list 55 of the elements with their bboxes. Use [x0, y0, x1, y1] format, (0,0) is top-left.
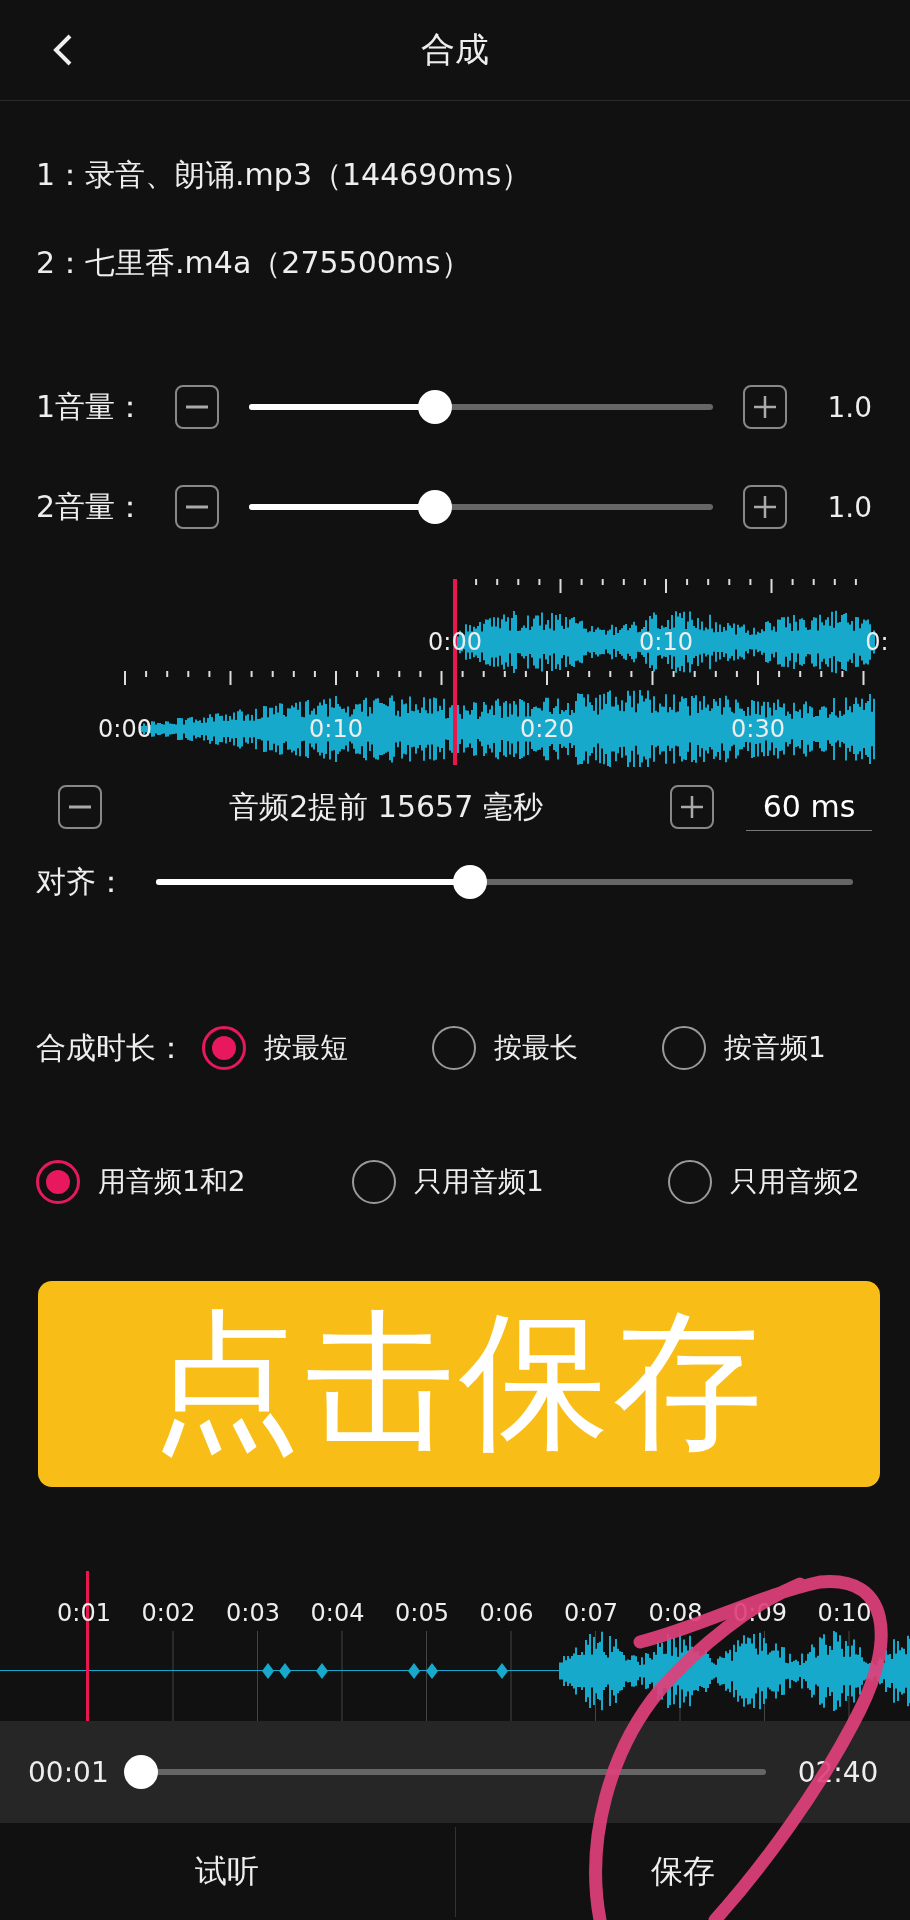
time-label: 0:02 [141, 1599, 196, 1627]
page-title: 合成 [421, 28, 489, 71]
increase-button[interactable] [743, 385, 788, 429]
volume-label: 1音量： [36, 387, 146, 426]
volume-value: 1.0 [827, 490, 872, 524]
radio-label: 按音频1 [724, 1030, 826, 1066]
radio-button[interactable] [352, 1160, 396, 1204]
increase-button[interactable] [743, 485, 788, 529]
time-label: 0:04 [310, 1599, 365, 1627]
time-label: 0:05 [395, 1599, 449, 1627]
offset-text: 音频2提前 15657 毫秒 [228, 787, 544, 826]
radio-label: 按最短 [264, 1030, 348, 1066]
decrease-button[interactable] [58, 785, 102, 829]
minus-icon [186, 505, 209, 509]
time-label: 0:10 [817, 1599, 872, 1627]
time-label: 0:10 [309, 715, 363, 743]
volume-label: 2音量： [36, 487, 146, 526]
preview-button[interactable]: 试听 [0, 1823, 455, 1920]
slider-thumb[interactable] [417, 390, 452, 424]
radio-label: 按最长 [494, 1030, 578, 1066]
current-time: 00:01 [28, 1755, 109, 1789]
time-label: 0:30 [731, 715, 785, 743]
increase-button[interactable] [670, 785, 714, 829]
radio-label: 只用音频2 [730, 1164, 860, 1200]
time-label: 0:10 [639, 628, 693, 656]
slider-thumb[interactable] [452, 865, 487, 899]
time-label: 0:03 [226, 1599, 280, 1627]
time-label: 0:06 [479, 1599, 534, 1627]
radio-button[interactable] [432, 1026, 476, 1070]
file-name: 2：七里香.m4a（275500ms） [35, 243, 472, 282]
radio-button[interactable] [36, 1160, 80, 1204]
time-label: 0:08 [648, 1599, 703, 1627]
plus-icon [754, 396, 777, 418]
align-label: 对齐： [36, 862, 126, 901]
plus-icon [681, 796, 703, 818]
time-label: 0:20 [520, 715, 574, 743]
duration-label: 合成时长： [36, 1028, 186, 1067]
decrease-button[interactable] [175, 385, 220, 429]
slider-thumb[interactable] [417, 490, 452, 524]
radio-label: 只用音频1 [414, 1164, 544, 1200]
time-label: 0:00 [428, 628, 482, 656]
slider-thumb[interactable] [123, 1755, 158, 1789]
decrease-button[interactable] [175, 485, 220, 529]
radio-label: 用音频1和2 [98, 1164, 246, 1200]
minus-icon [69, 805, 91, 809]
plus-icon [754, 496, 777, 518]
radio-button[interactable] [668, 1160, 712, 1204]
radio-button[interactable] [202, 1026, 246, 1070]
radio-button[interactable] [662, 1026, 706, 1070]
file-name: 1：录音、朗诵.mp3（144690ms） [35, 155, 533, 194]
save-button[interactable]: 保存 [455, 1823, 910, 1920]
volume-value: 1.0 [827, 390, 872, 424]
time-label: 0:07 [564, 1599, 618, 1627]
step-field[interactable]: 60 ms [746, 783, 872, 831]
minus-icon [186, 405, 209, 409]
